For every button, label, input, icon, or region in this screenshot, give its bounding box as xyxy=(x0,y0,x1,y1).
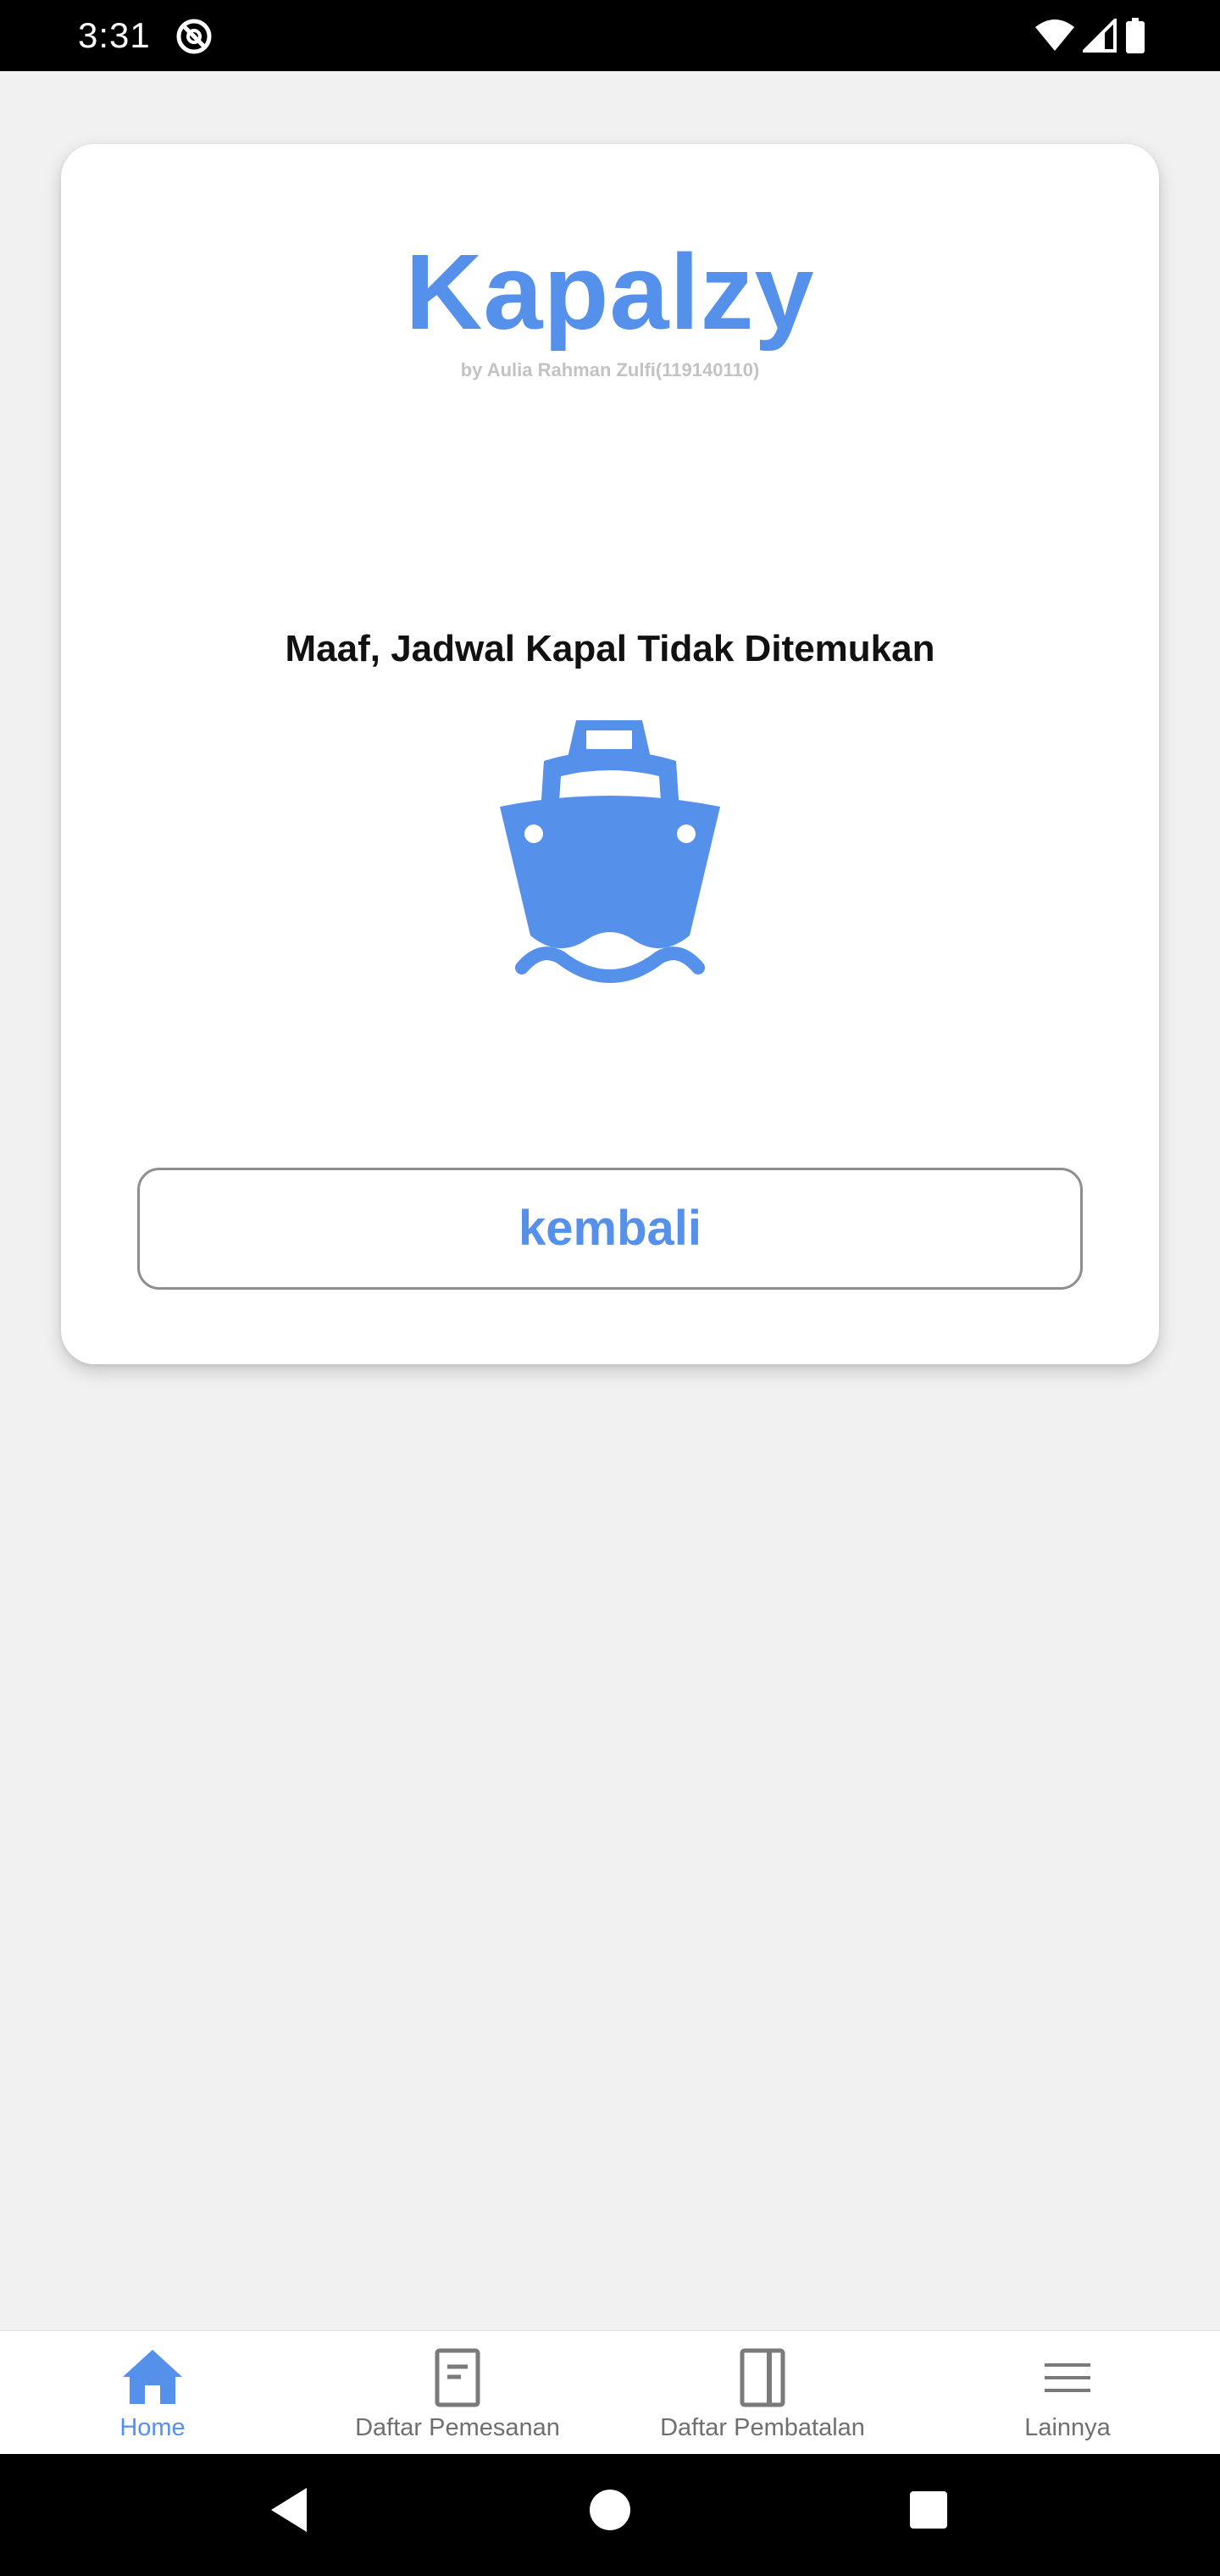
menu-icon xyxy=(1045,2363,1090,2392)
schedule-not-found-card: Kapalzy by Aulia Rahman Zulfi(119140110)… xyxy=(61,144,1159,1364)
back-icon[interactable] xyxy=(268,2484,310,2535)
home-circle-icon[interactable] xyxy=(588,2484,632,2535)
do-not-disturb-icon xyxy=(176,19,212,54)
document-icon xyxy=(435,2348,480,2407)
back-button[interactable]: kembali xyxy=(137,1168,1083,1290)
home-icon xyxy=(123,2350,182,2404)
nav-item-home[interactable]: Home xyxy=(0,2331,305,2455)
battery-icon xyxy=(1126,18,1145,53)
wifi-icon xyxy=(1035,19,1074,51)
status-icons xyxy=(1035,15,1145,56)
app-subtitle: by Aulia Rahman Zulfi(119140110) xyxy=(460,359,760,380)
bottom-navigation: Home Daftar Pemesanan Daftar Pembatalan … xyxy=(0,2330,1220,2455)
status-time: 3:31 xyxy=(78,15,151,55)
nav-label-daftar-pemesanan: Daftar Pemesanan xyxy=(355,2414,560,2441)
nav-label-home: Home xyxy=(119,2414,186,2441)
status-bar: 3:31 xyxy=(0,0,1220,71)
not-found-message: Maaf, Jadwal Kapal Tidak Ditemukan xyxy=(285,628,935,669)
nav-item-daftar-pemesanan[interactable]: Daftar Pemesanan xyxy=(305,2331,610,2455)
cellular-signal-icon xyxy=(1083,19,1117,53)
book-icon xyxy=(740,2348,785,2407)
recents-icon[interactable] xyxy=(908,2484,949,2535)
nav-label-daftar-pembatalan: Daftar Pembatalan xyxy=(660,2414,865,2441)
nav-item-lainnya[interactable]: Lainnya xyxy=(915,2331,1220,2455)
ship-icon xyxy=(500,720,720,984)
app-title: Kapalzy xyxy=(405,232,815,352)
system-navigation-bar xyxy=(0,2454,1220,2576)
nav-item-daftar-pembatalan[interactable]: Daftar Pembatalan xyxy=(610,2331,915,2455)
nav-label-lainnya: Lainnya xyxy=(1024,2414,1111,2441)
